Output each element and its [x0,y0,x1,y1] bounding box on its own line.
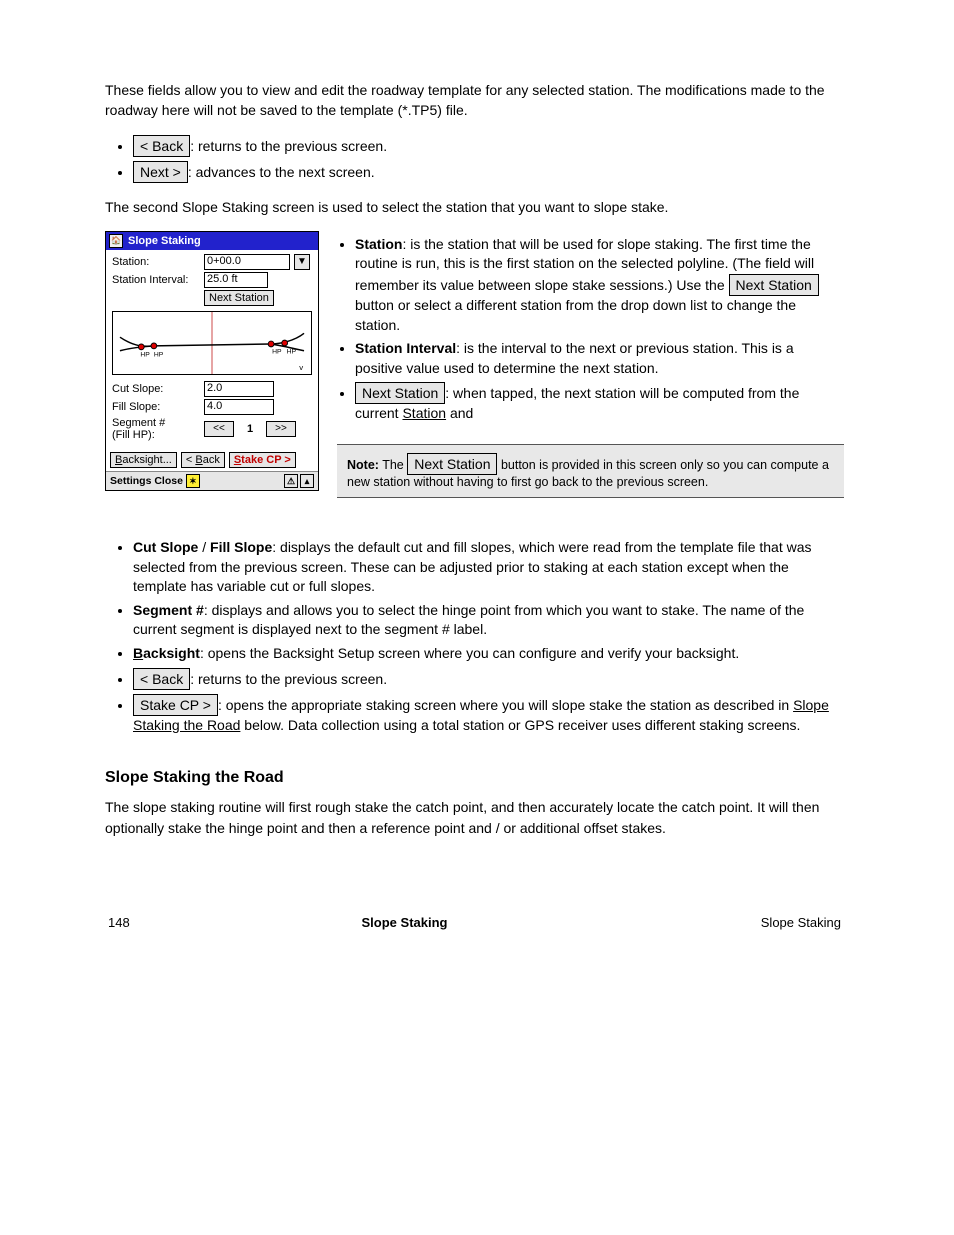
list-text: : opens the appropriate staking screen w… [218,697,793,713]
list-text: and [446,405,473,421]
station-interval-label: Station Interval: [112,274,204,286]
note-text: The [379,458,407,472]
svg-text:HP: HP [140,351,150,358]
stake-cp-button-inline: Stake CP > [133,694,218,716]
segment-prev-button[interactable]: << [204,421,234,437]
station-link[interactable]: Station [402,405,446,421]
list-text: / [198,539,210,555]
routine-body-text: The slope staking routine will first rou… [105,797,844,838]
routine-heading: Slope Staking the Road [105,769,844,787]
list-item: < Back: returns to the previous screen. [133,135,844,157]
fill-slope-label: Fill Slope: [112,401,204,413]
station-label: Station: [112,256,204,268]
note-block: Note: The Next Station button is provide… [337,444,844,498]
list-item: Segment #: displays and allows you to se… [133,601,844,640]
next-station-inline-3: Next Station [407,453,497,475]
station-interval-field-label: Station Interval [355,340,456,356]
page-number: 148 [107,914,167,931]
list-item: Station: is the station that will be use… [355,235,844,335]
plot-v-label: v [299,363,303,372]
list-text: : opens the Backsight Setup screen where… [200,645,739,661]
next-station-inline-1: Next Station [729,274,819,296]
list-text: : returns to the previous screen. [190,138,387,154]
list-text: : returns to the previous screen. [190,671,387,687]
dialog-titlebar: 🏠 Slope Staking [106,232,318,250]
next-station-inline-2: Next Station [355,382,445,404]
fill-slope-input[interactable]: 4.0 [204,399,274,415]
list-item: Station Interval: is the interval to the… [355,339,844,378]
svg-text:HP: HP [287,349,297,356]
list-text: : advances to the next screen. [188,164,375,180]
list-item: Stake CP >: opens the appropriate stakin… [133,694,844,736]
back-button-inline-2: < Back [133,668,190,690]
status-star-icon: ✶ [186,474,200,488]
dialog-status-bar: Settings Close ✶ ⚠ ▴ [106,471,318,490]
warning-icon: ⚠ [284,474,298,488]
stake-cp-button[interactable]: Stake CP > [229,452,296,468]
list-item: Backsight: opens the Backsight Setup scr… [133,644,844,664]
list-text: button or select a different station fro… [355,297,796,333]
backsight-button[interactable]: Backsight... [110,452,177,468]
dialog-title: Slope Staking [128,235,201,247]
body-text-2: The second Slope Staking screen is used … [105,197,844,217]
cut-slope-input[interactable]: 2.0 [204,381,274,397]
footer-chapter: Slope Staking [169,914,640,931]
station-field-label: Station [355,236,402,252]
segment-next-button[interactable]: >> [266,421,296,437]
svg-text:HP: HP [272,349,282,356]
slope-staking-dialog: 🏠 Slope Staking Station: 0+00.0 ▼ Statio… [105,231,319,491]
list-item: Next Station: when tapped, the next stat… [355,382,844,424]
footer-part: Slope Staking [642,914,842,931]
list-text: below. Data collection using a total sta… [240,717,800,733]
list-item: Cut Slope / Fill Slope: displays the def… [133,538,844,597]
back-button-inline: < Back [133,135,190,157]
fill-slope-field-label: Fill Slope [210,539,272,555]
cut-slope-field-label: Cut Slope [133,539,198,555]
note-label: Note: [347,458,379,472]
app-icon: 🏠 [109,234,123,248]
list-item: < Back: returns to the previous screen. [133,668,844,690]
list-text: : displays and allows you to select the … [133,602,804,638]
segment-label: Segment # (Fill HP): [112,417,204,441]
backsight-field-label: Backsight [133,645,200,661]
body-text-1: These fields allow you to view and edit … [105,80,844,121]
dialog-back-button[interactable]: < Back [181,452,225,468]
status-close[interactable]: Close [154,475,183,487]
next-button-inline: Next > [133,161,188,183]
segment-value: 1 [240,423,260,435]
segment-field-label: Segment # [133,602,204,618]
status-settings[interactable]: Settings [110,475,151,487]
next-station-button[interactable]: Next Station [204,290,274,306]
cross-section-plot: HP HP HP HP v [112,311,312,375]
svg-text:HP: HP [154,351,164,358]
station-input[interactable]: 0+00.0 [204,254,290,270]
cut-slope-label: Cut Slope: [112,383,204,395]
list-item: Next >: advances to the next screen. [133,161,844,183]
station-dropdown-button[interactable]: ▼ [294,254,310,270]
station-interval-input[interactable]: 25.0 ft [204,272,268,288]
up-arrow-icon: ▴ [300,474,314,488]
